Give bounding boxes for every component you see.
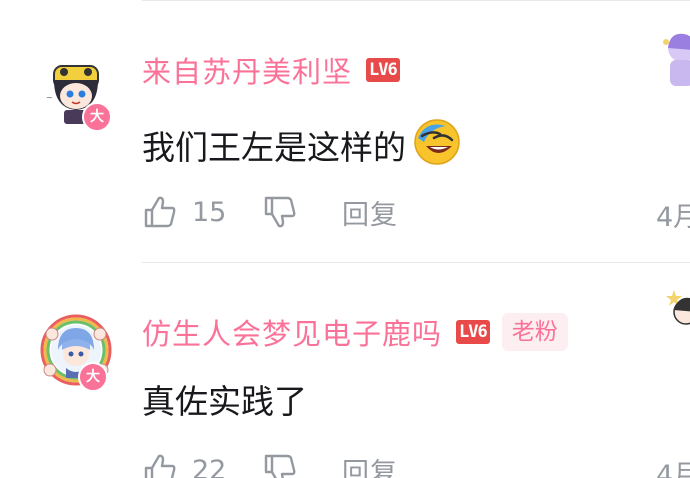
like-count: 15 [192,196,227,228]
fan-tag: 老粉 [501,313,568,351]
side-avatar [660,30,690,90]
thumbs-up-icon [144,196,176,228]
svg-text:~: ~ [46,93,53,102]
fan-badge: 大 [82,102,112,132]
thumbs-down-icon [264,196,296,228]
thumbs-down-icon [264,454,296,478]
dislike-button[interactable] [262,452,298,478]
name-row: 来自苏丹美利坚 LV6 [142,50,400,90]
comment-text: 真佐实践了 [142,382,307,421]
comment-text-row: 真佐实践了 [142,376,307,422]
like-button[interactable]: 22 [142,452,254,478]
comment-date: 4月 [656,202,690,233]
level-badge: LV6 [366,58,400,82]
reply-button[interactable]: 回复 [342,193,398,232]
username[interactable]: 仿生人会梦见电子鹿吗 [142,311,442,353]
like-count: 22 [192,454,227,478]
action-bar: 22 回复 [142,450,398,478]
comment-date: 4月 [656,460,690,478]
username[interactable]: 来自苏丹美利坚 [142,49,352,91]
level-badge: LV6 [456,320,490,344]
name-row: 仿生人会梦见电子鹿吗 LV6 老粉 [142,312,568,352]
fan-badge: 大 [78,362,108,392]
dislike-button[interactable] [262,194,298,230]
thumbs-up-icon [144,454,176,478]
comment-text-row: 我们王左是这样的 [142,119,462,168]
comment-item: ~ 大 来自苏丹美利坚 LV6 我们王左是这样的 15 回复 4月 [0,0,690,233]
like-button[interactable]: 15 [142,194,254,230]
side-avatar [660,282,690,342]
laugh-cry-emoji-icon [412,116,462,174]
comment-item: 大 仿生人会梦见电子鹿吗 LV6 老粉 真佐实践了 22 回复 4月 [0,262,690,478]
action-bar: 15 回复 [142,192,398,232]
reply-button[interactable]: 回复 [342,451,398,478]
comment-list: ~ 大 来自苏丹美利坚 LV6 我们王左是这样的 15 回复 4月 大 仿生人会… [0,0,690,478]
comment-text: 我们王左是这样的 [142,128,406,167]
